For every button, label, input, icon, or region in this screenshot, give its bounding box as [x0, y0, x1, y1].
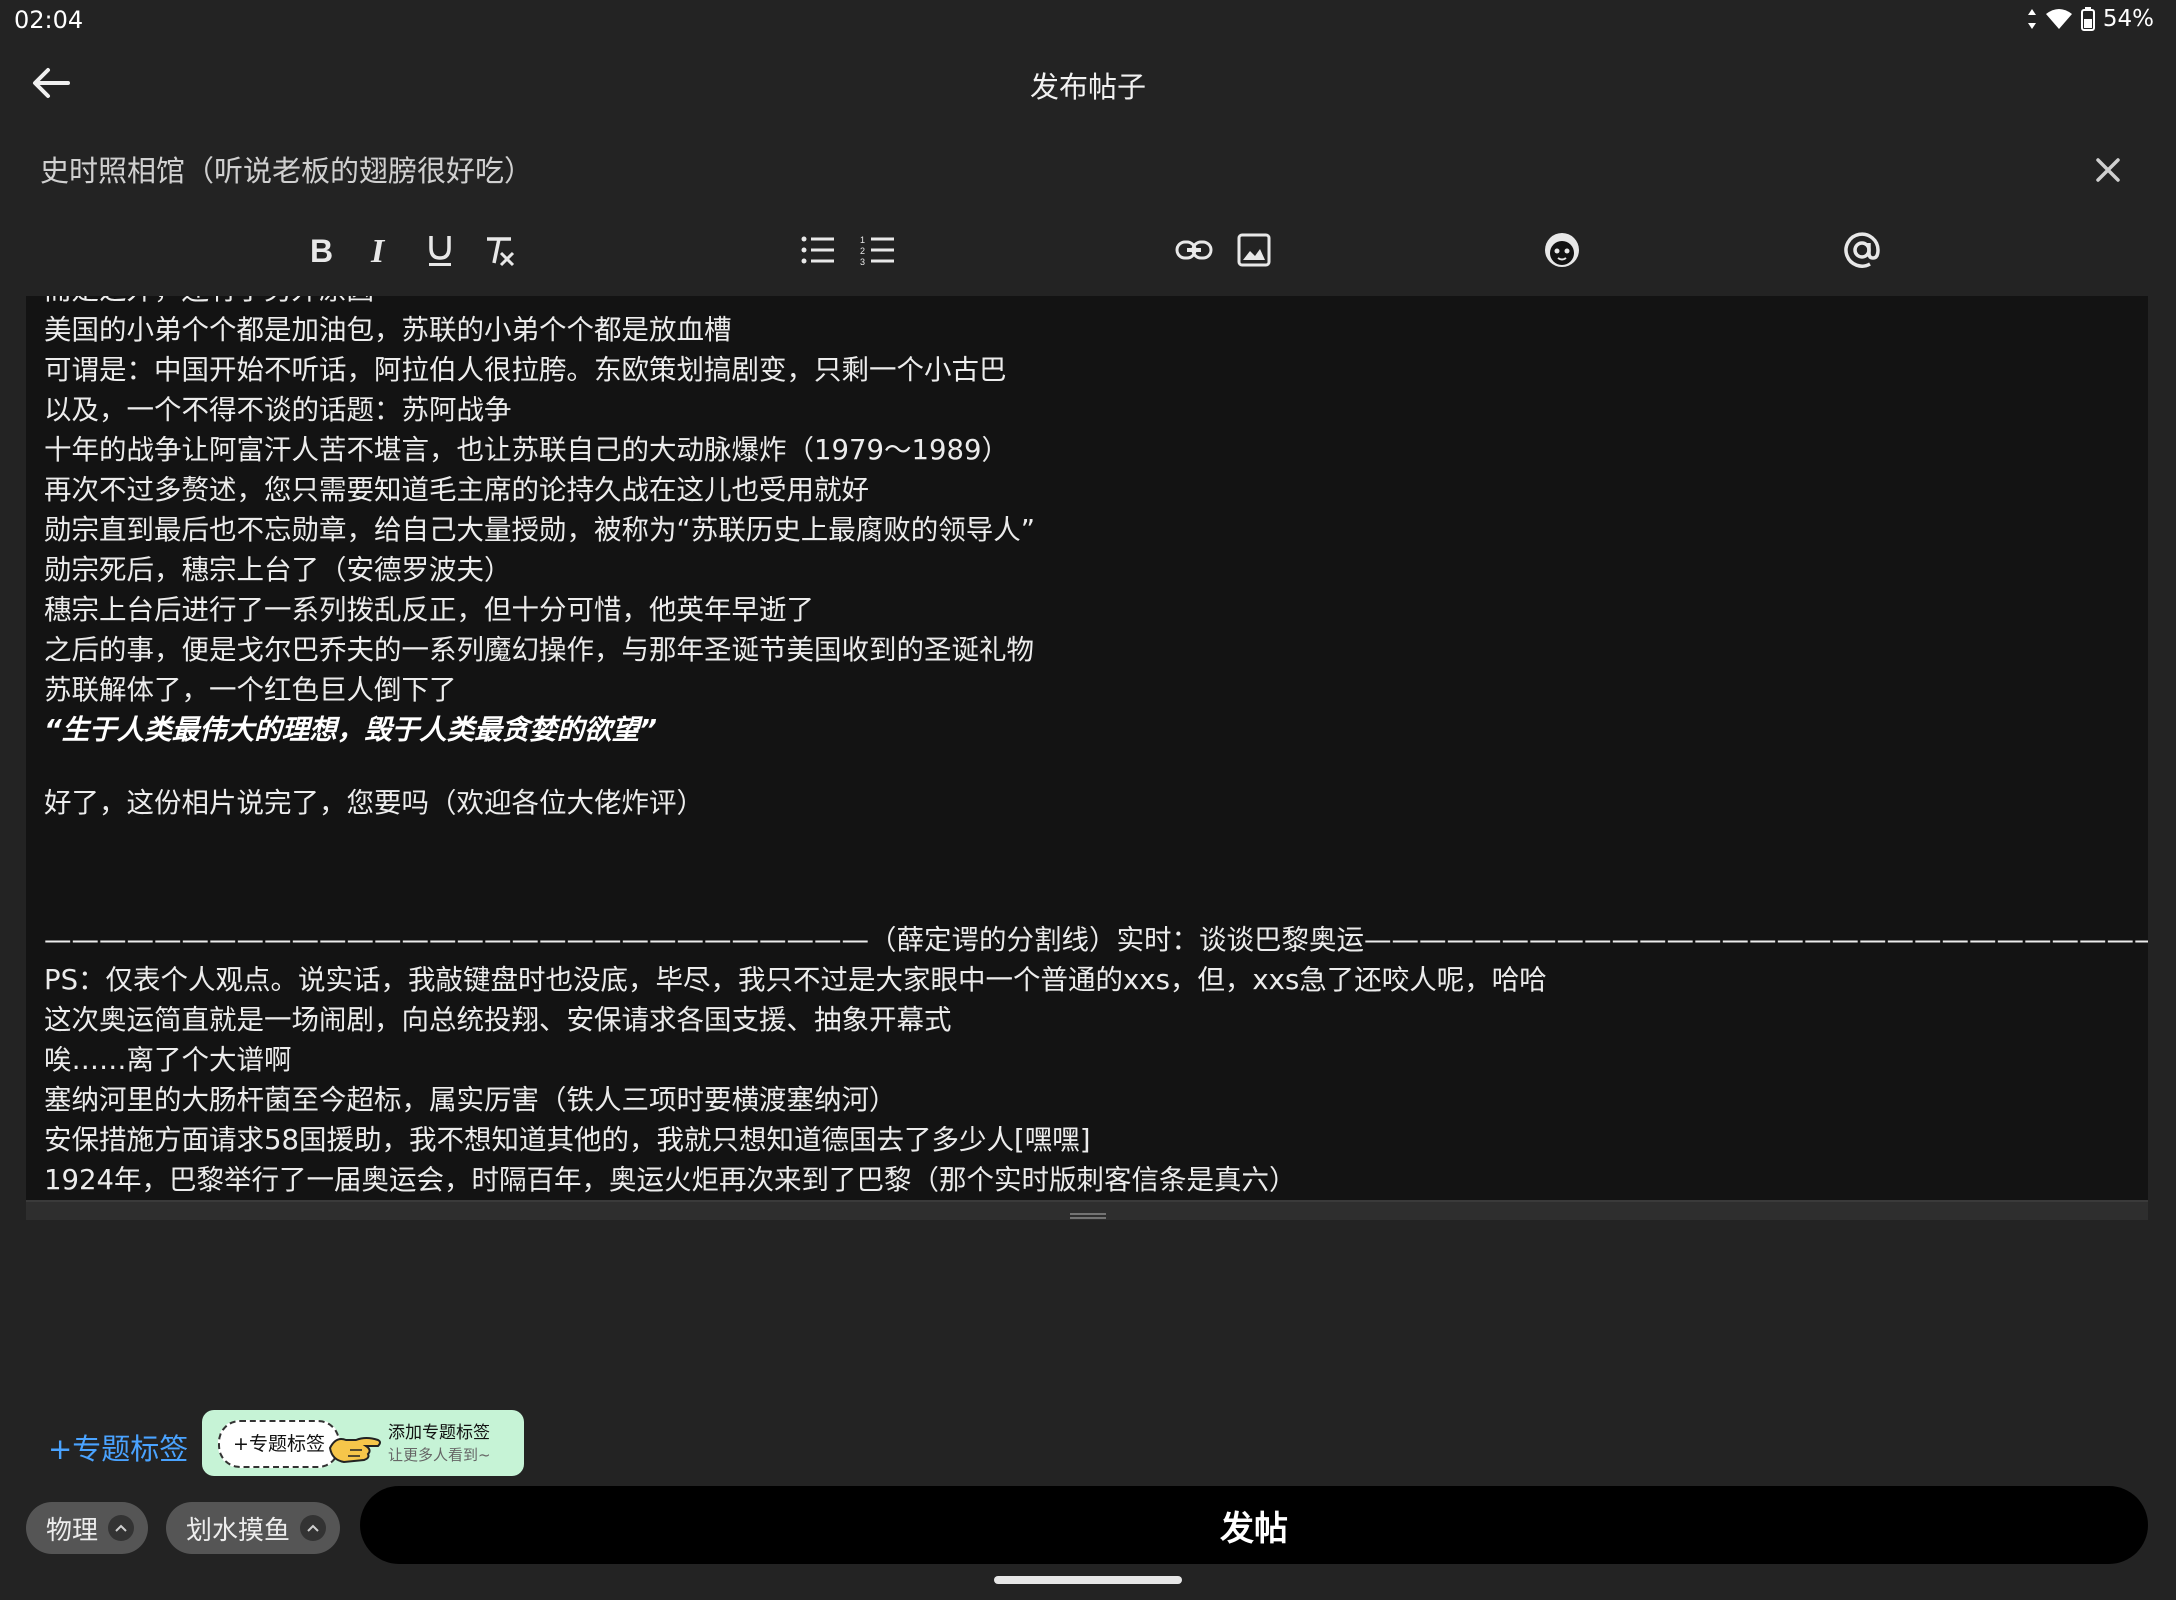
editor-line: PS：仅表个人观点。说实话，我敲键盘时也没底，毕尽，我只不过是大家眼中一个普通的… [44, 964, 1547, 996]
tag-chip[interactable]: 划水摸鱼 [166, 1502, 341, 1554]
link-button[interactable] [1172, 228, 1216, 272]
editor-line: 美国的小弟个个都是加油包，苏联的小弟个个都是放血槽 [44, 314, 732, 346]
svg-text:2: 2 [860, 246, 865, 256]
add-topic-tag-link[interactable]: +专题标签 [48, 1426, 188, 1468]
editor-line: 唉……离了个大谱啊 [44, 1044, 292, 1076]
editor-line: 安保措施方面请求58国援助，我不想知道其他的，我就只想知道德国去了多少人[嘿嘿] [44, 1124, 1091, 1156]
insert-image-button[interactable] [1232, 228, 1276, 272]
emoji-button[interactable] [1540, 228, 1584, 272]
bold-button[interactable]: B [300, 228, 344, 272]
chevron-up-icon[interactable] [108, 1515, 135, 1541]
editor-line: 而是之外，还有了另外原因 [44, 296, 2148, 310]
battery-icon [2080, 7, 2095, 31]
clear-format-button[interactable] [478, 228, 522, 272]
editor-line: 再次不过多赘述，您只需要知道毛主席的论持久战在这儿也受用就好 [44, 474, 869, 506]
post-title-input[interactable]: 史时照相馆（听说老板的翅膀很好吃） [40, 148, 533, 190]
mention-button[interactable] [1840, 228, 1884, 272]
link-icon [1175, 240, 1213, 260]
status-bar [0, 0, 2176, 44]
hint-subtitle: 让更多人看到~ [388, 1446, 491, 1464]
editor-line: 以及，一个不得不谈的话题：苏阿战争 [44, 394, 512, 426]
clear-format-icon [487, 237, 515, 267]
pointing-hand-icon [326, 1422, 386, 1466]
at-sign-icon [1844, 232, 1880, 268]
clear-title-button[interactable] [2088, 150, 2128, 190]
post-button[interactable]: 发帖 [360, 1486, 2148, 1564]
editor-line: 这次奥运简直就是一场闹剧，向总统投翔、安保请求各国支援、抽象开幕式 [44, 1004, 952, 1036]
post-content-editor[interactable]: 而是之外，还有了另外原因 美国的小弟个个都是加油包，苏联的小弟个个都是放血槽 可… [26, 296, 2148, 1200]
editor-line: 苏联解体了，一个红色巨人倒下了 [44, 674, 457, 706]
topic-tag-hint-banner[interactable]: +专题标签 添加专题标签 让更多人看到~ [202, 1410, 524, 1476]
editor-line: 勋宗死后，穗宗上台了（安德罗波夫） [44, 554, 512, 586]
italic-icon: I [370, 233, 386, 267]
page-title: 发布帖子 [1029, 70, 1146, 104]
editor-line: 十年的战争让阿富汗人苦不堪言，也让苏联自己的大动脉爆炸（1979～1989） [44, 434, 1009, 466]
editor-line: 之后的事，便是戈尔巴乔夫的一系列魔幻操作，与那年圣诞节美国收到的圣诞礼物 [44, 634, 1034, 666]
svg-text:I: I [370, 233, 386, 267]
tag-chip-label: 划水摸鱼 [186, 1515, 291, 1546]
resize-handle-icon[interactable] [1070, 1205, 1106, 1219]
svg-text:1: 1 [860, 235, 865, 245]
svg-text:3: 3 [860, 257, 865, 266]
svg-text:B: B [310, 233, 333, 267]
editor-divider-line: ——————————————————————————————（薛定谔的分割线）实… [44, 924, 2148, 956]
editor-line: 好了，这份相片说完了，您要吗（欢迎各位大佬炸评） [44, 787, 704, 819]
editor-line: 可谓是：中国开始不听话，阿拉伯人很拉胯。东欧策划搞剧变，只剩一个小古巴 [44, 354, 1007, 386]
bullet-list-icon [801, 236, 834, 264]
battery-level: 54% [2102, 6, 2154, 32]
numbered-list-icon: 123 [860, 235, 894, 266]
hint-topic-badge: +专题标签 [218, 1420, 340, 1468]
editor-line: 穗宗上台后进行了一系列拨乱反正，但十分可惜，他英年早逝了 [44, 594, 814, 626]
underline-button[interactable] [418, 228, 462, 272]
italic-button[interactable]: I [358, 228, 402, 272]
wifi-icon [2045, 9, 2072, 29]
image-icon [1237, 233, 1271, 267]
emoji-icon [1545, 233, 1579, 267]
editor-line: 塞纳河里的大肠杆菌至今超标，属实厉害（铁人三项时要横渡塞纳河） [44, 1084, 897, 1116]
gesture-nav-bar[interactable] [994, 1576, 1182, 1584]
hint-title: 添加专题标签 [388, 1423, 490, 1443]
close-icon [2096, 158, 2120, 182]
editor-line: 勋宗直到最后也不忘勋章，给自己大量授勋，被称为“苏联历史上最腐败的领导人” [44, 514, 1035, 546]
bold-icon: B [310, 233, 333, 267]
editor-quote-line: “生于人类最伟大的理想，毁于人类最贪婪的欲望” [44, 714, 657, 746]
status-time: 02:04 [14, 6, 84, 34]
underline-icon [429, 236, 451, 266]
bullet-list-button[interactable] [796, 228, 840, 272]
numbered-list-button[interactable]: 123 [856, 228, 900, 272]
data-arrows-icon [2027, 9, 2036, 29]
editor-line: 1924年，巴黎举行了一届奥运会，时隔百年，奥运火炬再次来到了巴黎（那个实时版刺… [44, 1164, 1297, 1196]
tag-chip[interactable]: 物理 [26, 1502, 149, 1554]
tag-chip-label: 物理 [46, 1515, 99, 1546]
status-indicators: 54% [2027, 6, 2154, 32]
chevron-up-icon[interactable] [300, 1515, 327, 1541]
